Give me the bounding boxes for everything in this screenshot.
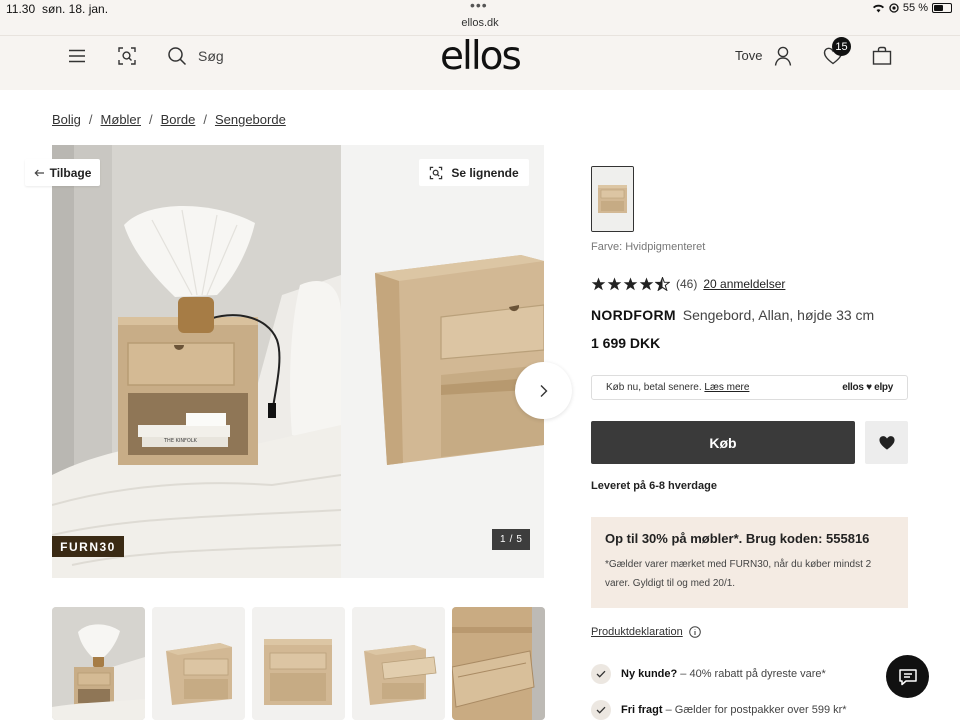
- benefit-new-customer: Ny kunde? – 40% rabatt på dyreste vare*: [591, 664, 826, 684]
- arrow-left-icon: [34, 169, 44, 176]
- back-button-label: Tilbage: [49, 165, 92, 180]
- promo-terms: *Gælder varer mærket med FURN30, når du …: [605, 559, 872, 589]
- location-icon: [889, 3, 899, 13]
- star-icon: [607, 277, 622, 291]
- color-swatch-selected[interactable]: [591, 166, 634, 232]
- product-price: 1 699 DKK: [591, 335, 661, 351]
- heart-filled-icon: [878, 435, 895, 450]
- visual-search-icon[interactable]: [113, 42, 141, 70]
- product-image-secondary[interactable]: [341, 145, 544, 578]
- benefit-text: Fri fragt – Gælder for postpakker over 5…: [621, 704, 847, 716]
- thumbnail-4[interactable]: [352, 607, 445, 720]
- pay-later-label: Køb nu, betal senere.: [606, 382, 702, 393]
- breadcrumb: Bolig / Møbler / Borde / Sengeborde: [52, 112, 286, 127]
- star-icon: [639, 277, 654, 291]
- info-icon[interactable]: [688, 626, 701, 638]
- promo-box: Op til 30% på møbler*. Brug koden: 55581…: [591, 517, 908, 608]
- status-date: søn. 18. jan.: [42, 2, 109, 16]
- breadcrumb-item-sengeborde[interactable]: Sengeborde: [215, 112, 286, 127]
- color-label: Farve: Hvidpigmenteret: [591, 241, 706, 253]
- rating-row: (46) 20 anmeldelser: [591, 277, 785, 291]
- add-to-wishlist-button[interactable]: [865, 421, 908, 464]
- search-input[interactable]: Søg: [198, 48, 224, 64]
- promo-headline: Op til 30% på møbler*. Brug koden: 55581…: [605, 531, 870, 546]
- site-header: Søg ellos Tove 15: [0, 34, 960, 90]
- breadcrumb-separator: /: [203, 112, 207, 127]
- lifestyle-photo: THE KINFOLK: [52, 145, 341, 578]
- check-icon: [591, 664, 611, 684]
- ellos-logo[interactable]: ellos: [440, 34, 522, 79]
- battery-percent: 55 %: [902, 2, 928, 14]
- thumbnail-3[interactable]: [252, 607, 345, 720]
- star-rating: [591, 277, 670, 291]
- benefit-title: Ny kunde?: [621, 668, 678, 680]
- star-half-icon: [655, 277, 670, 291]
- star-icon: [591, 277, 606, 291]
- user-name[interactable]: Tove: [735, 48, 762, 63]
- menu-icon[interactable]: [63, 42, 91, 70]
- wishlist-count-badge: 15: [832, 37, 851, 56]
- benefit-text: Ny kunde? – 40% rabatt på dyreste vare*: [621, 668, 826, 680]
- bag-icon[interactable]: [868, 42, 896, 70]
- browser-dots-icon[interactable]: •••: [470, 0, 488, 13]
- pay-later-banner[interactable]: Køb nu, betal senere. Læs mere ellos ♥ e…: [591, 375, 908, 400]
- thumbnail-5[interactable]: [452, 607, 545, 720]
- product-declaration-link[interactable]: Produktdeklaration: [591, 626, 683, 638]
- read-more-link[interactable]: Læs mere: [704, 382, 749, 393]
- benefit-free-shipping: Fri fragt – Gælder for postpakker over 5…: [591, 700, 847, 720]
- product-image-main[interactable]: THE KINFOLK: [52, 145, 341, 578]
- benefit-title: Fri fragt: [621, 704, 663, 716]
- status-time: 11.30: [6, 2, 36, 16]
- see-similar-label: Se lignende: [451, 165, 519, 180]
- promo-tag: FURN30: [52, 536, 124, 557]
- thumbnail-2[interactable]: [152, 607, 245, 720]
- battery-icon: [932, 3, 952, 13]
- check-icon: [591, 700, 611, 720]
- breadcrumb-item-mobler[interactable]: Møbler: [101, 112, 141, 127]
- back-button[interactable]: Tilbage: [25, 159, 100, 186]
- thumbnail-strip: [52, 607, 545, 720]
- thumbnail-1[interactable]: [52, 607, 145, 720]
- benefit-desc: – 40% rabatt på dyreste vare*: [677, 668, 826, 680]
- chevron-right-icon: [540, 384, 548, 397]
- product-brand[interactable]: NORDFORM: [591, 307, 676, 323]
- see-similar-button[interactable]: Se lignende: [419, 159, 529, 186]
- elpy-logo: ellos ♥ elpy: [842, 382, 893, 393]
- breadcrumb-item-borde[interactable]: Borde: [161, 112, 196, 127]
- chat-icon: [898, 668, 917, 685]
- product-title: NORDFORM Sengebord, Allan, højde 33 cm: [591, 307, 874, 323]
- search-icon[interactable]: [163, 42, 191, 70]
- book-title: THE KINFOLK: [163, 438, 198, 444]
- counter-separator: /: [509, 534, 513, 545]
- counter-current: 1: [500, 534, 506, 545]
- visual-search-icon: [430, 166, 443, 179]
- buy-button[interactable]: Køb: [591, 421, 855, 464]
- rating-count: (46): [676, 277, 698, 291]
- product-photo: [341, 145, 544, 578]
- status-right: 55 %: [872, 2, 952, 14]
- breadcrumb-separator: /: [149, 112, 153, 127]
- chat-button[interactable]: [886, 655, 929, 698]
- reviews-link[interactable]: 20 anmeldelser: [703, 277, 785, 291]
- image-counter: 1 / 5: [492, 529, 530, 550]
- breadcrumb-item-bolig[interactable]: Bolig: [52, 112, 81, 127]
- star-icon: [623, 277, 638, 291]
- counter-total: 5: [516, 534, 522, 545]
- wifi-icon: [872, 4, 884, 13]
- product-name: Sengebord, Allan, højde 33 cm: [682, 307, 875, 323]
- user-icon[interactable]: [769, 42, 797, 70]
- pay-later-text: Køb nu, betal senere. Læs mere: [606, 382, 749, 393]
- next-image-button[interactable]: [515, 362, 572, 419]
- delivery-info: Leveret på 6-8 hverdage: [591, 480, 717, 492]
- product-declaration[interactable]: Produktdeklaration: [591, 626, 701, 638]
- breadcrumb-separator: /: [88, 112, 93, 127]
- browser-url[interactable]: ellos.dk: [0, 17, 960, 29]
- status-bar: 11.30 søn. 18. jan. ••• ellos.dk 55 %: [0, 0, 960, 36]
- benefit-desc: – Gælder for postpakker over 599 kr*: [662, 704, 847, 716]
